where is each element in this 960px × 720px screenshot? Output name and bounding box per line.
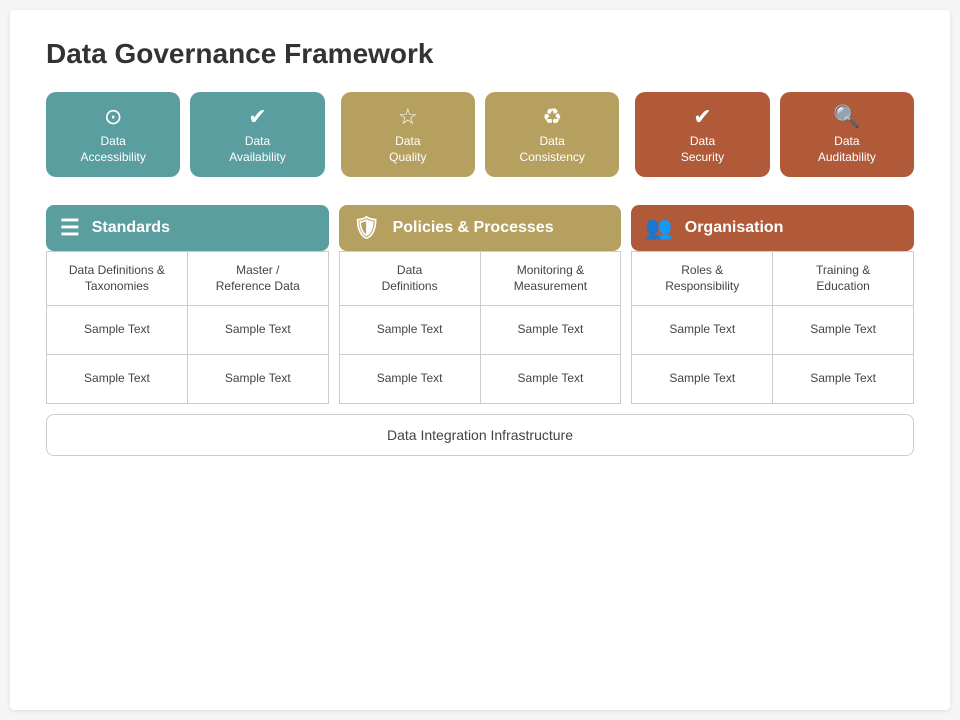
category-header-1: 🛡 Policies & Processes xyxy=(339,205,622,251)
table-row: Sample TextSample Text xyxy=(47,305,328,354)
grid-cell: Sample Text xyxy=(47,306,187,354)
icon-card-2-0: ✔ DataSecurity xyxy=(635,92,769,177)
category-label: Organisation xyxy=(685,219,784,237)
grid-cell: Master /Reference Data xyxy=(187,252,328,304)
grid-cell: Sample Text xyxy=(340,355,480,403)
table-row: Sample TextSample Text xyxy=(340,354,621,403)
icon-card-1-1: ♻ DataConsistency xyxy=(485,92,619,177)
page-title: Data Governance Framework xyxy=(46,38,914,70)
category-icon: 👥 xyxy=(645,215,672,241)
category-row: ☰ Standards 🛡 Policies & Processes 👥 Organisa… xyxy=(46,205,914,251)
grid-cell: Training &Education xyxy=(772,252,913,304)
icon-card-0-1: ✔ DataAvailability xyxy=(190,92,324,177)
icon-card-1-0: ☆ DataQuality xyxy=(341,92,475,177)
card-icon: ☆ xyxy=(398,106,418,128)
grid-cell: Sample Text xyxy=(772,355,913,403)
bottom-bar: Data Integration Infrastructure xyxy=(46,414,914,456)
grid-cell: Sample Text xyxy=(480,355,621,403)
icon-group-0: ⊙ DataAccessibility ✔ DataAvailability xyxy=(46,92,325,177)
icon-cards-row: ⊙ DataAccessibility ✔ DataAvailability ☆ Data… xyxy=(46,92,914,177)
table-row: Roles &ResponsibilityTraining &Education xyxy=(632,251,913,304)
table-row: DataDefinitionsMonitoring &Measurement xyxy=(340,251,621,304)
grid-cell: Sample Text xyxy=(47,355,187,403)
icon-group-2: ✔ DataSecurity 🔍 DataAuditability xyxy=(635,92,914,177)
table-row: Data Definitions &TaxonomiesMaster /Refe… xyxy=(47,251,328,304)
grid-cell: Sample Text xyxy=(340,306,480,354)
grid-cell: Sample Text xyxy=(187,306,328,354)
category-label: Policies & Processes xyxy=(393,219,554,237)
card-label: DataAvailability xyxy=(229,134,285,165)
grid-cell: Sample Text xyxy=(772,306,913,354)
card-icon: ✔ xyxy=(248,106,266,128)
category-icon: 🛡 xyxy=(353,215,381,241)
grid-cell: Sample Text xyxy=(632,306,772,354)
grid-section-1: DataDefinitionsMonitoring &MeasurementSa… xyxy=(339,251,622,403)
grid-cell: Sample Text xyxy=(480,306,621,354)
card-label: DataQuality xyxy=(389,134,426,165)
icon-group-1: ☆ DataQuality ♻ DataConsistency xyxy=(341,92,620,177)
category-label: Standards xyxy=(92,219,170,237)
card-label: DataAccessibility xyxy=(80,134,145,165)
category-icon: ☰ xyxy=(60,215,80,241)
card-label: DataSecurity xyxy=(681,134,724,165)
table-row: Sample TextSample Text xyxy=(340,305,621,354)
grid-cell: Data Definitions &Taxonomies xyxy=(47,252,187,304)
grid-cell: Sample Text xyxy=(632,355,772,403)
slide: Data Governance Framework ⊙ DataAccessibi… xyxy=(10,10,950,710)
grid-section-2: Roles &ResponsibilityTraining &Education… xyxy=(631,251,914,403)
card-icon: ⊙ xyxy=(104,106,122,128)
table-row: Sample TextSample Text xyxy=(47,354,328,403)
grid-cell: Roles &Responsibility xyxy=(632,252,772,304)
table-row: Sample TextSample Text xyxy=(632,354,913,403)
card-icon: 🔍 xyxy=(833,106,860,128)
card-icon: ♻ xyxy=(542,106,562,128)
grid-cell: Monitoring &Measurement xyxy=(480,252,621,304)
icon-card-0-0: ⊙ DataAccessibility xyxy=(46,92,180,177)
card-label: DataConsistency xyxy=(520,134,585,165)
category-header-2: 👥 Organisation xyxy=(631,205,914,251)
grid-cell: Sample Text xyxy=(187,355,328,403)
icon-card-2-1: 🔍 DataAuditability xyxy=(780,92,914,177)
card-icon: ✔ xyxy=(693,106,711,128)
grids-row: Data Definitions &TaxonomiesMaster /Refe… xyxy=(46,251,914,403)
category-header-0: ☰ Standards xyxy=(46,205,329,251)
grid-cell: DataDefinitions xyxy=(340,252,480,304)
card-label: DataAuditability xyxy=(818,134,876,165)
table-row: Sample TextSample Text xyxy=(632,305,913,354)
grid-section-0: Data Definitions &TaxonomiesMaster /Refe… xyxy=(46,251,329,403)
